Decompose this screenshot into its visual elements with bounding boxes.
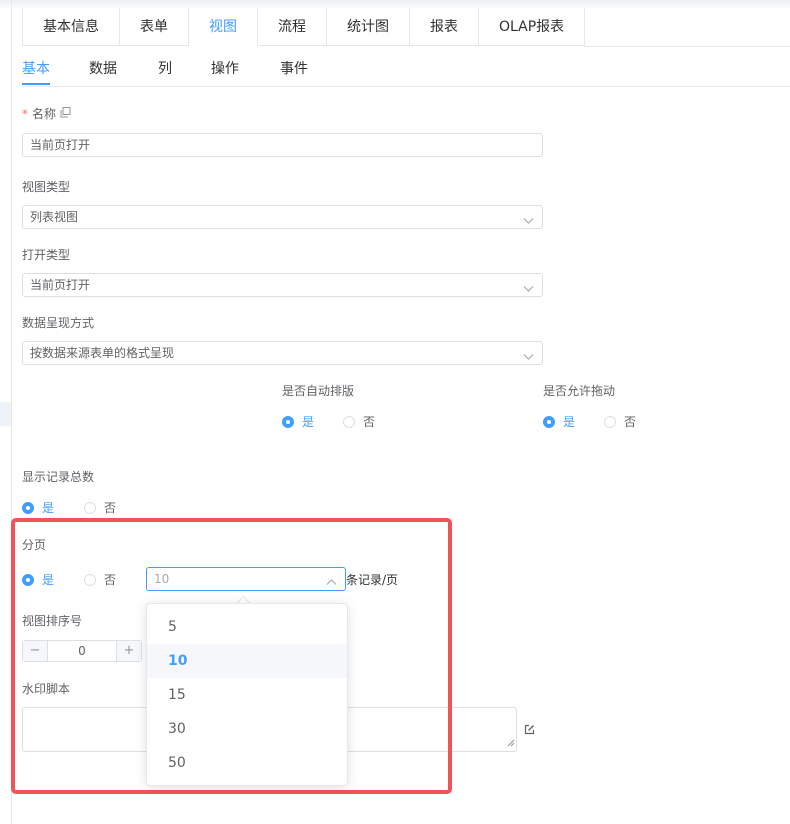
tab-statistics-chart[interactable]: 统计图	[327, 8, 410, 46]
show-total-yes-radio[interactable]: 是	[22, 499, 54, 516]
auto-layout-yes-radio[interactable]: 是	[282, 413, 314, 430]
open-type-label: 打开类型	[22, 248, 71, 262]
tab-basic-info[interactable]: 基本信息	[23, 8, 120, 46]
view-type-value: 列表视图	[30, 210, 79, 224]
chevron-down-icon	[523, 279, 534, 301]
page-size-option[interactable]: 5	[147, 610, 347, 644]
radio-dot	[22, 501, 34, 514]
allow-drag-label: 是否允许拖动	[543, 384, 616, 398]
page-size-option-selected[interactable]: 10	[147, 644, 347, 678]
tab-view[interactable]: 视图	[189, 8, 258, 46]
tab-process[interactable]: 流程	[258, 8, 327, 46]
view-type-select[interactable]: 列表视图	[22, 205, 543, 229]
data-display-select[interactable]: 按数据来源表单的格式呈现	[22, 341, 543, 365]
auto-layout-label: 是否自动排版	[282, 384, 355, 398]
radio-dot	[604, 415, 616, 428]
open-type-select[interactable]: 当前页打开	[22, 273, 543, 297]
radio-dot	[282, 415, 294, 428]
auto-layout-no-radio[interactable]: 否	[343, 413, 375, 430]
page-size-option[interactable]: 15	[147, 678, 347, 712]
subtab-events[interactable]: 事件	[280, 58, 308, 78]
top-shade	[0, 0, 790, 8]
tab-olap-report[interactable]: OLAP报表	[479, 8, 586, 46]
edit-icon[interactable]	[524, 724, 535, 738]
show-total-label: 显示记录总数	[22, 470, 95, 484]
chevron-down-icon	[523, 347, 534, 369]
top-tabs-divider	[584, 46, 790, 47]
view-type-label: 视图类型	[22, 180, 71, 194]
page-size-dropdown: 5 10 15 30 50	[146, 603, 348, 786]
required-mark: *	[22, 107, 28, 121]
copy-icon[interactable]	[60, 107, 71, 121]
page-size-option[interactable]: 30	[147, 712, 347, 746]
radio-dot	[84, 501, 96, 514]
left-side-marker	[0, 402, 11, 426]
subtab-data[interactable]: 数据	[89, 58, 117, 78]
radio-dot	[543, 415, 555, 428]
radio-label: 否	[363, 415, 376, 429]
name-input[interactable]: 当前页打开	[22, 133, 543, 157]
allow-drag-no-radio[interactable]: 否	[604, 413, 636, 430]
radio-label: 是	[563, 415, 576, 429]
data-display-value: 按数据来源表单的格式呈现	[30, 346, 175, 360]
data-display-label: 数据呈现方式	[22, 316, 95, 330]
chevron-down-icon	[523, 211, 534, 233]
subtab-basic[interactable]: 基本	[22, 58, 50, 78]
show-total-no-radio[interactable]: 否	[84, 499, 116, 516]
open-type-value: 当前页打开	[30, 278, 91, 292]
resize-handle-icon[interactable]	[507, 736, 515, 750]
radio-label: 是	[302, 415, 315, 429]
name-label: * 名称	[22, 105, 71, 122]
name-label-text: 名称	[32, 107, 57, 121]
sub-tabs: 基本 数据 列 操作 事件	[22, 50, 790, 87]
allow-drag-yes-radio[interactable]: 是	[543, 413, 575, 430]
page-size-option[interactable]: 50	[147, 746, 347, 780]
subtab-actions[interactable]: 操作	[211, 58, 239, 78]
subtab-columns[interactable]: 列	[158, 58, 172, 78]
tab-report[interactable]: 报表	[410, 8, 479, 46]
top-tabs: 基本信息 表单 视图 流程 统计图 报表 OLAP报表	[22, 8, 586, 46]
radio-label: 是	[42, 501, 55, 515]
active-subtab-indicator	[22, 83, 50, 85]
radio-label: 否	[104, 501, 117, 515]
radio-dot	[343, 415, 355, 428]
radio-label: 否	[624, 415, 637, 429]
tab-form[interactable]: 表单	[120, 8, 189, 46]
